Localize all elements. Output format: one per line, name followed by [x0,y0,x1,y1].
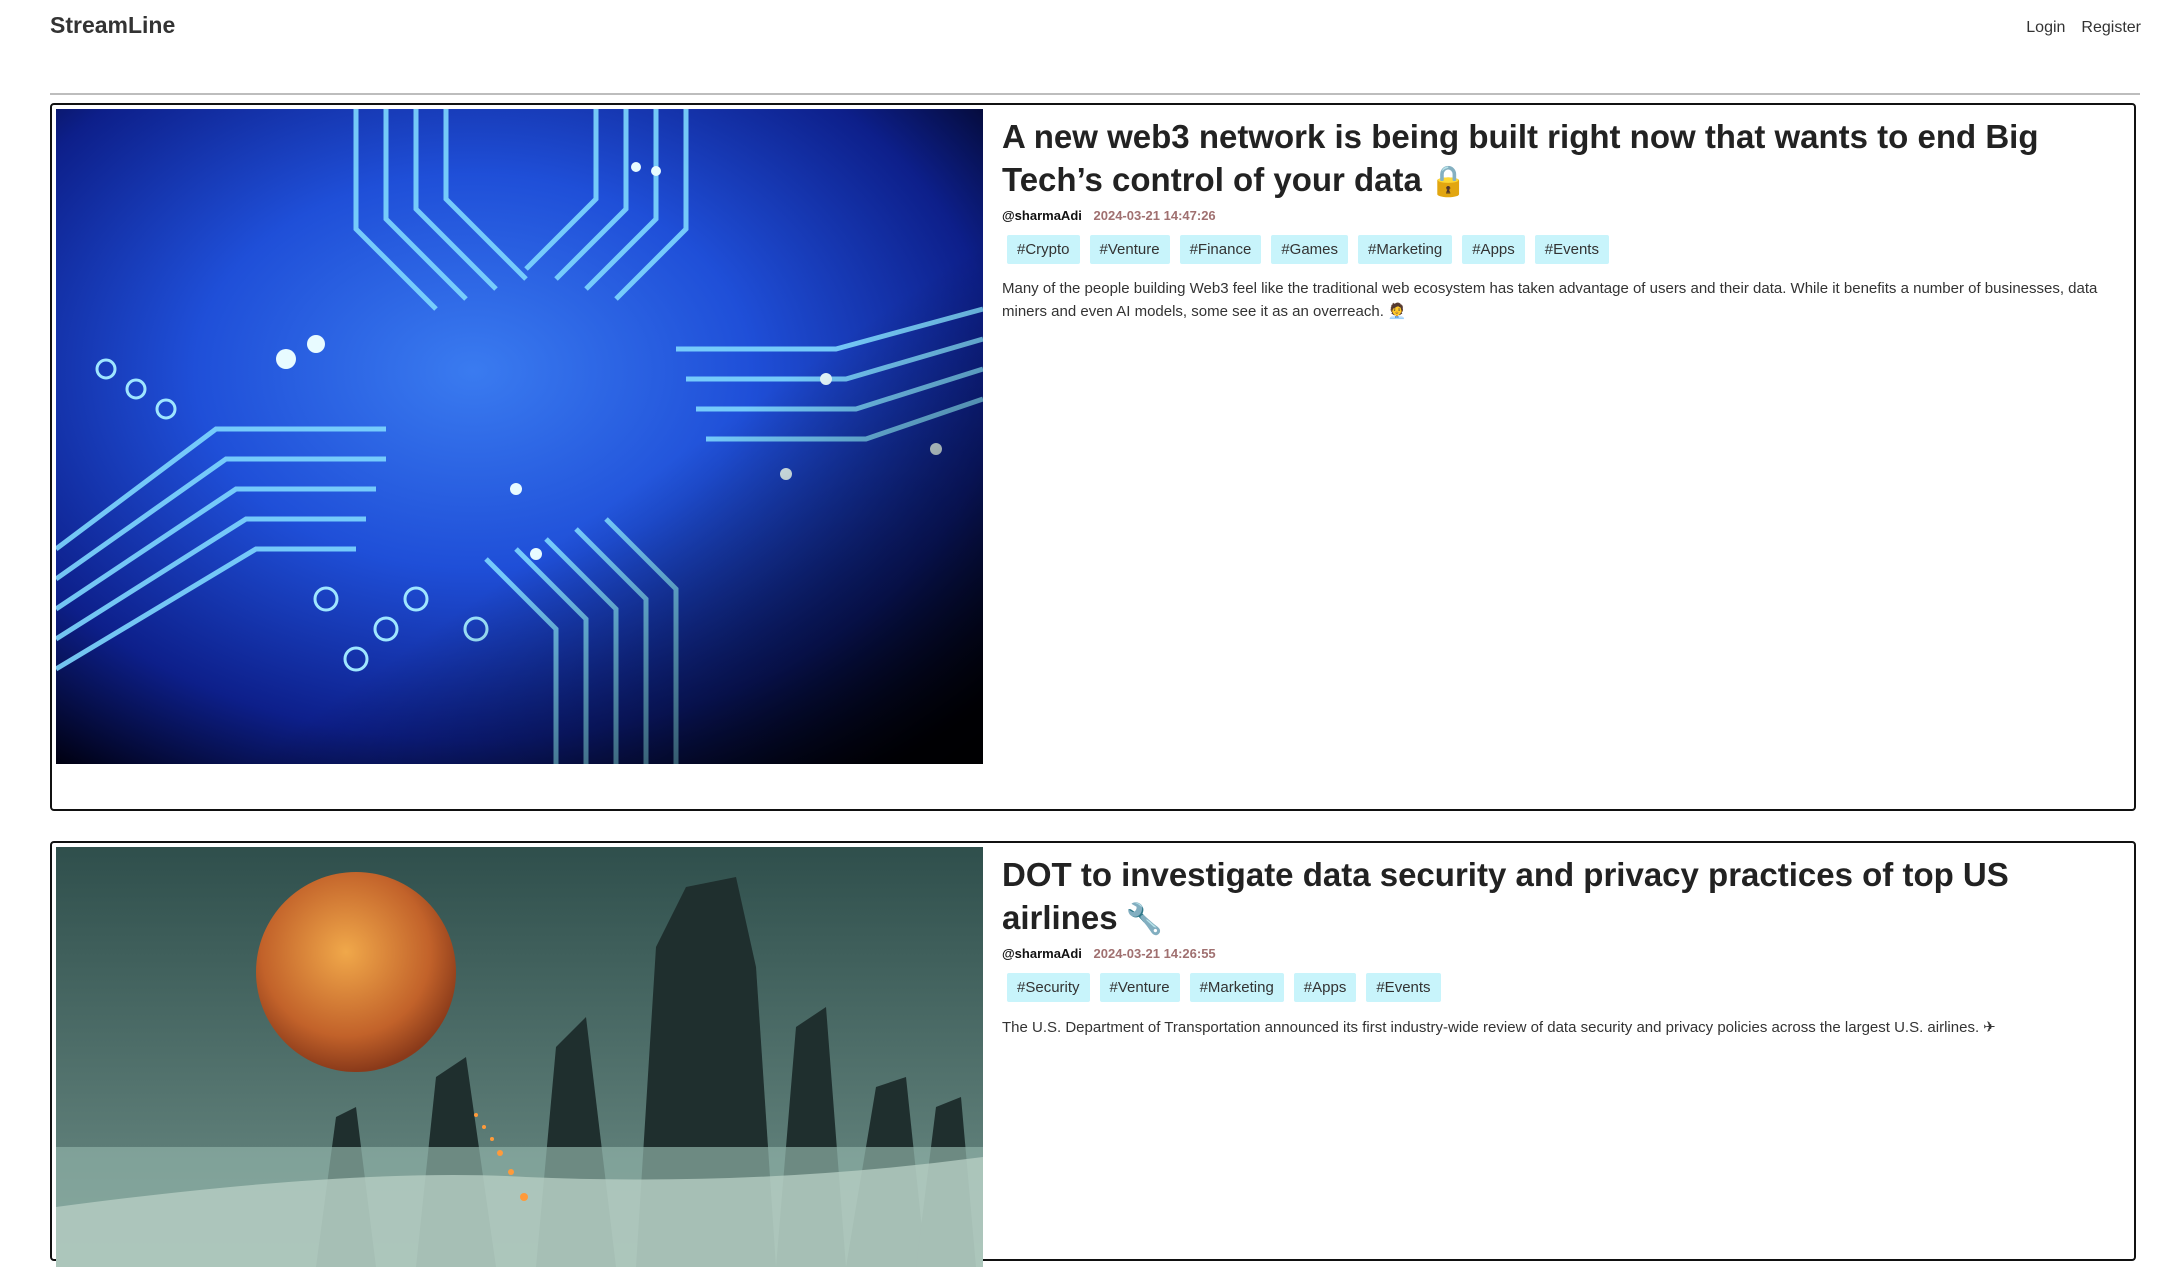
post-date: 2024-03-21 14:47:26 [1093,208,1216,223]
tag-security[interactable]: #Security [1007,973,1090,1002]
tag-marketing[interactable]: #Marketing [1358,235,1453,264]
alien-landscape-illustration [56,847,983,1267]
tag-list: #Crypto #Venture #Finance #Games #Market… [1002,235,2128,264]
post-description-text: Many of the people building Web3 feel li… [1002,280,2098,320]
circuit-board-image[interactable] [56,109,983,764]
post-description: Many of the people building Web3 feel li… [1002,278,2128,323]
brand-logo[interactable]: StreamLine [50,12,175,39]
businessperson-icon: 🧑‍💼 [1387,302,1407,320]
tag-finance[interactable]: #Finance [1179,235,1262,264]
tag-events[interactable]: #Events [1534,235,1609,264]
post-meta: @sharmaAdi 2024-03-21 14:47:26 [1002,208,2128,223]
lock-icon: 🔒 [1429,164,1468,199]
tag-events[interactable]: #Events [1366,973,1441,1002]
post-content: DOT to investigate data security and pri… [1002,849,2128,1054]
tag-marketing[interactable]: #Marketing [1189,973,1284,1002]
tag-venture[interactable]: #Venture [1099,973,1180,1002]
tag-apps[interactable]: #Apps [1293,973,1357,1002]
tag-crypto[interactable]: #Crypto [1007,235,1080,264]
tag-list: #Security #Venture #Marketing #Apps #Eve… [1002,973,2128,1002]
register-link[interactable]: Register [2081,19,2141,37]
post-description-text: The U.S. Department of Transportation an… [1002,1019,1980,1036]
post-content: A new web3 network is being built right … [1002,111,2128,338]
tools-icon: 🔧 [1125,902,1163,937]
post-title-text[interactable]: A new web3 network is being built right … [1002,118,2038,198]
tag-venture[interactable]: #Venture [1089,235,1170,264]
tag-games[interactable]: #Games [1271,235,1349,264]
post-meta: @sharmaAdi 2024-03-21 14:26:55 [1002,946,2128,961]
post-date: 2024-03-21 14:26:55 [1093,946,1216,961]
tag-apps[interactable]: #Apps [1462,235,1525,264]
circuit-board-illustration [56,109,983,764]
nav-links: Login Register [2026,19,2141,37]
alien-landscape-image[interactable] [56,847,983,1267]
post-card[interactable]: DOT to investigate data security and pri… [50,841,2136,1267]
post-author[interactable]: @sharmaAdi [1002,946,1082,961]
navbar: StreamLine Login Register [0,0,2177,56]
post-title[interactable]: DOT to investigate data security and pri… [1002,853,2128,941]
post-card[interactable]: A new web3 network is being built right … [50,103,2136,811]
airplane-icon: ✈ [1983,1018,1996,1036]
post-description: The U.S. Department of Transportation an… [1002,1016,2128,1039]
post-author[interactable]: @sharmaAdi [1002,208,1082,223]
header-divider [50,93,2140,95]
login-link[interactable]: Login [2026,19,2065,37]
post-title[interactable]: A new web3 network is being built right … [1002,115,2128,203]
